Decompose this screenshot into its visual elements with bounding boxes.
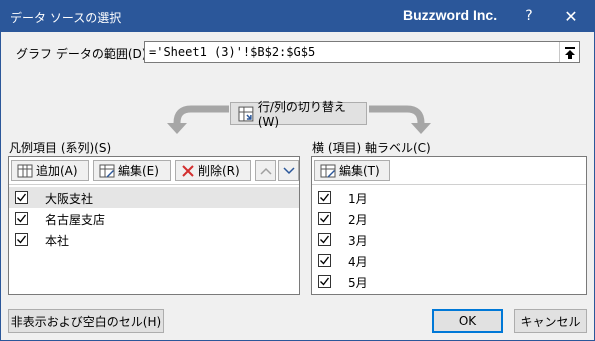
ok-button[interactable]: OK	[432, 309, 503, 333]
checkmark-icon	[320, 214, 330, 223]
help-button[interactable]: ?	[521, 7, 537, 25]
chart-range-field[interactable]: ='Sheet1 (3)'!$B$2:$G$5	[144, 41, 580, 63]
series-item-row[interactable]: 本社	[9, 229, 299, 250]
checkmark-icon	[17, 193, 27, 202]
checkmark-icon	[320, 193, 330, 202]
cancel-button[interactable]: キャンセル	[514, 309, 587, 333]
add-icon	[17, 164, 33, 177]
switch-row-column-button[interactable]: 行/列の切り替え(W)	[230, 100, 367, 129]
select-data-source-dialog: データ ソースの選択 Buzzword Inc. ? ✕ グラフ データの範囲(…	[0, 0, 595, 341]
switch-row-column-icon	[238, 106, 254, 121]
app-name: Buzzword Inc.	[403, 7, 498, 23]
edit-icon	[320, 164, 336, 177]
series-item-checkbox[interactable]	[15, 212, 28, 225]
ok-label: OK	[458, 314, 477, 328]
hidden-empty-cells-button[interactable]: 非表示および空白のセル(H)	[8, 309, 164, 333]
legend-toolbar: 追加(A) 編集(E) 削除(R)	[9, 157, 299, 184]
close-button[interactable]: ✕	[560, 6, 582, 28]
series-item-checkbox[interactable]	[15, 191, 28, 204]
series-item-row[interactable]: 名古屋支店	[9, 208, 299, 229]
dialog-title: データ ソースの選択	[10, 11, 122, 25]
switch-right-arrow-icon	[369, 105, 431, 134]
axis-label-item-row[interactable]: 3月	[312, 229, 586, 250]
chart-range-value[interactable]: ='Sheet1 (3)'!$B$2:$G$5	[149, 45, 315, 59]
checkmark-icon	[17, 235, 27, 244]
series-item-label: 本社	[45, 234, 70, 248]
legend-entries-label: 凡例項目 (系列)(S)	[9, 141, 112, 155]
axis-label-item-label: 1月	[348, 192, 368, 206]
delete-series-button[interactable]: 削除(R)	[175, 160, 251, 181]
edit-series-label: 編集(E)	[118, 164, 159, 178]
collapse-dialog-button[interactable]	[559, 42, 579, 62]
axis-label-item-label: 5月	[348, 276, 368, 290]
checkmark-icon	[320, 277, 330, 286]
axis-label-item-label: 3月	[348, 234, 368, 248]
checkmark-icon	[17, 214, 27, 223]
legend-entries-pane: 追加(A) 編集(E) 削除(R) 大阪支社 名古屋支店 本社	[8, 156, 300, 295]
add-series-label: 追加(A)	[36, 164, 78, 178]
title-bar: データ ソースの選択 Buzzword Inc. ? ✕	[1, 1, 594, 32]
delete-series-label: 削除(R)	[198, 164, 240, 178]
checkmark-icon	[320, 256, 330, 265]
edit-axis-labels-button[interactable]: 編集(T)	[314, 160, 390, 181]
delete-icon	[182, 164, 194, 177]
series-item-label: 大阪支社	[45, 192, 94, 206]
hidden-empty-cells-label: 非表示および空白のセル(H)	[10, 314, 162, 329]
series-item-row[interactable]: 大阪支社	[9, 187, 299, 208]
move-up-button[interactable]	[255, 160, 276, 181]
legend-toolbar-divider	[9, 184, 299, 185]
edit-series-button[interactable]: 編集(E)	[93, 160, 171, 181]
series-item-label: 名古屋支店	[45, 213, 106, 227]
axis-label-item-row[interactable]: 4月	[312, 250, 586, 271]
axis-label-item-row[interactable]: 2月	[312, 208, 586, 229]
axis-label-item-checkbox[interactable]	[318, 212, 331, 225]
axis-label-item-checkbox[interactable]	[318, 275, 331, 288]
switch-left-arrow-icon	[167, 105, 229, 134]
axis-label-item-row[interactable]: 5月	[312, 271, 586, 292]
switch-row-column-label: 行/列の切り替え(W)	[257, 100, 346, 129]
move-down-button[interactable]	[278, 160, 299, 181]
checkmark-icon	[320, 235, 330, 244]
axis-label-item-row[interactable]: 1月	[312, 187, 586, 208]
axis-label-item-label: 2月	[348, 213, 368, 227]
axis-label-item-label: 4月	[348, 255, 368, 269]
edit-axis-labels-label: 編集(T)	[339, 164, 380, 178]
axis-labels-label: 横 (項目) 軸ラベル(C)	[312, 141, 431, 155]
edit-icon	[99, 164, 115, 177]
collapse-icon	[564, 46, 575, 59]
add-series-button[interactable]: 追加(A)	[11, 160, 89, 181]
cancel-label: キャンセル	[520, 314, 581, 329]
series-item-checkbox[interactable]	[15, 233, 28, 246]
axis-labels-pane: 編集(T) 1月 2月 3月 4月 5月	[311, 156, 587, 295]
chevron-up-icon	[259, 167, 272, 175]
axis-label-item-checkbox[interactable]	[318, 233, 331, 246]
axis-toolbar-divider	[312, 184, 586, 185]
chart-range-label: グラフ データの範囲(D):	[16, 47, 151, 61]
chevron-down-icon	[282, 166, 295, 174]
axis-label-item-checkbox[interactable]	[318, 254, 331, 267]
axis-toolbar: 編集(T)	[312, 157, 586, 184]
axis-label-item-checkbox[interactable]	[318, 191, 331, 204]
